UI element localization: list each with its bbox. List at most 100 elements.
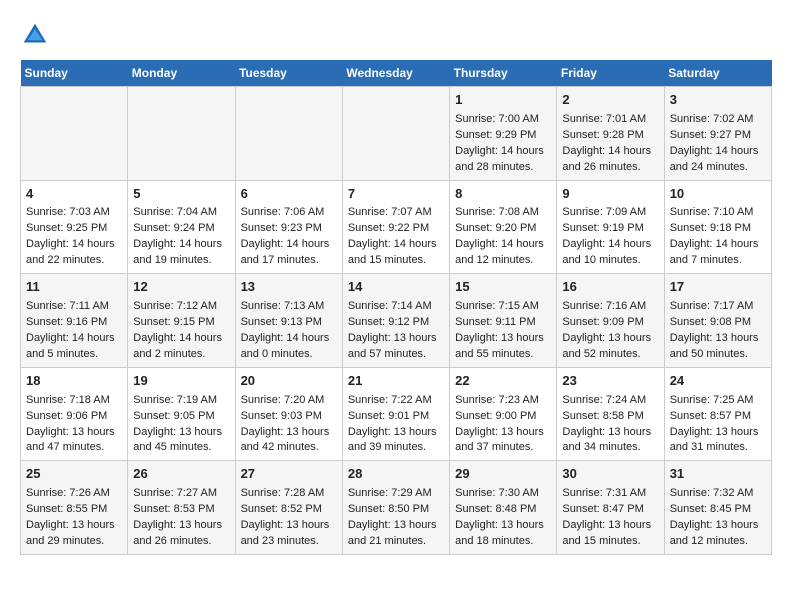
calendar-cell: 29Sunrise: 7:30 AMSunset: 8:48 PMDayligh… — [450, 461, 557, 555]
cell-content: Daylight: 14 hours — [348, 237, 444, 253]
day-number: 30 — [562, 465, 658, 484]
cell-content: Sunset: 9:20 PM — [455, 221, 551, 237]
calendar-cell: 24Sunrise: 7:25 AMSunset: 8:57 PMDayligh… — [664, 367, 771, 461]
calendar-cell: 3Sunrise: 7:02 AMSunset: 9:27 PMDaylight… — [664, 87, 771, 181]
day-number: 10 — [670, 185, 766, 204]
calendar-cell: 23Sunrise: 7:24 AMSunset: 8:58 PMDayligh… — [557, 367, 664, 461]
cell-content: Daylight: 14 hours — [133, 237, 229, 253]
cell-content: Sunrise: 7:18 AM — [26, 393, 122, 409]
cell-content: Sunrise: 7:12 AM — [133, 299, 229, 315]
cell-content: Sunset: 9:05 PM — [133, 409, 229, 425]
cell-content: Sunrise: 7:32 AM — [670, 486, 766, 502]
day-number: 9 — [562, 185, 658, 204]
calendar-cell — [21, 87, 128, 181]
day-number: 21 — [348, 372, 444, 391]
cell-content: Sunset: 8:47 PM — [562, 502, 658, 518]
cell-content: Daylight: 13 hours — [670, 518, 766, 534]
cell-content: Sunset: 8:55 PM — [26, 502, 122, 518]
cell-content: and 5 minutes. — [26, 347, 122, 363]
calendar-cell: 18Sunrise: 7:18 AMSunset: 9:06 PMDayligh… — [21, 367, 128, 461]
cell-content: Sunrise: 7:28 AM — [241, 486, 337, 502]
cell-content: Sunrise: 7:02 AM — [670, 112, 766, 128]
calendar-cell: 1Sunrise: 7:00 AMSunset: 9:29 PMDaylight… — [450, 87, 557, 181]
header-saturday: Saturday — [664, 60, 771, 87]
calendar-cell: 27Sunrise: 7:28 AMSunset: 8:52 PMDayligh… — [235, 461, 342, 555]
cell-content: Sunrise: 7:01 AM — [562, 112, 658, 128]
calendar-cell: 11Sunrise: 7:11 AMSunset: 9:16 PMDayligh… — [21, 274, 128, 368]
cell-content: and 23 minutes. — [241, 534, 337, 550]
cell-content: and 19 minutes. — [133, 253, 229, 269]
cell-content: Sunset: 8:53 PM — [133, 502, 229, 518]
day-number: 12 — [133, 278, 229, 297]
day-number: 20 — [241, 372, 337, 391]
cell-content: Sunrise: 7:30 AM — [455, 486, 551, 502]
cell-content: Daylight: 13 hours — [133, 518, 229, 534]
day-number: 17 — [670, 278, 766, 297]
cell-content: Sunrise: 7:27 AM — [133, 486, 229, 502]
cell-content: Daylight: 13 hours — [348, 518, 444, 534]
cell-content: and 0 minutes. — [241, 347, 337, 363]
cell-content: Sunrise: 7:23 AM — [455, 393, 551, 409]
cell-content: Sunrise: 7:17 AM — [670, 299, 766, 315]
calendar-cell: 5Sunrise: 7:04 AMSunset: 9:24 PMDaylight… — [128, 180, 235, 274]
cell-content: and 24 minutes. — [670, 160, 766, 176]
cell-content: Sunset: 9:29 PM — [455, 128, 551, 144]
cell-content: Sunrise: 7:19 AM — [133, 393, 229, 409]
cell-content: and 47 minutes. — [26, 440, 122, 456]
cell-content: and 42 minutes. — [241, 440, 337, 456]
cell-content: Sunset: 9:18 PM — [670, 221, 766, 237]
header-thursday: Thursday — [450, 60, 557, 87]
cell-content: Daylight: 13 hours — [348, 425, 444, 441]
cell-content: and 29 minutes. — [26, 534, 122, 550]
cell-content: Sunrise: 7:09 AM — [562, 205, 658, 221]
cell-content: Sunrise: 7:15 AM — [455, 299, 551, 315]
cell-content: Daylight: 13 hours — [133, 425, 229, 441]
cell-content: and 17 minutes. — [241, 253, 337, 269]
cell-content: and 34 minutes. — [562, 440, 658, 456]
cell-content: Daylight: 14 hours — [133, 331, 229, 347]
cell-content: Daylight: 13 hours — [26, 518, 122, 534]
cell-content: Daylight: 13 hours — [562, 518, 658, 534]
cell-content: and 12 minutes. — [670, 534, 766, 550]
calendar-cell — [235, 87, 342, 181]
cell-content: Sunrise: 7:14 AM — [348, 299, 444, 315]
calendar-cell: 15Sunrise: 7:15 AMSunset: 9:11 PMDayligh… — [450, 274, 557, 368]
cell-content: Sunrise: 7:31 AM — [562, 486, 658, 502]
cell-content: Daylight: 14 hours — [562, 237, 658, 253]
day-number: 16 — [562, 278, 658, 297]
cell-content: and 15 minutes. — [348, 253, 444, 269]
cell-content: Sunrise: 7:11 AM — [26, 299, 122, 315]
calendar-week-row: 1Sunrise: 7:00 AMSunset: 9:29 PMDaylight… — [21, 87, 772, 181]
cell-content: Daylight: 14 hours — [26, 331, 122, 347]
day-number: 6 — [241, 185, 337, 204]
cell-content: Sunset: 9:23 PM — [241, 221, 337, 237]
cell-content: and 15 minutes. — [562, 534, 658, 550]
cell-content: Sunset: 9:19 PM — [562, 221, 658, 237]
day-number: 19 — [133, 372, 229, 391]
calendar-cell: 31Sunrise: 7:32 AMSunset: 8:45 PMDayligh… — [664, 461, 771, 555]
day-number: 15 — [455, 278, 551, 297]
cell-content: Sunrise: 7:24 AM — [562, 393, 658, 409]
calendar-cell: 2Sunrise: 7:01 AMSunset: 9:28 PMDaylight… — [557, 87, 664, 181]
cell-content: Daylight: 14 hours — [241, 331, 337, 347]
cell-content: Daylight: 14 hours — [670, 144, 766, 160]
cell-content: Sunrise: 7:07 AM — [348, 205, 444, 221]
calendar-cell: 20Sunrise: 7:20 AMSunset: 9:03 PMDayligh… — [235, 367, 342, 461]
day-number: 29 — [455, 465, 551, 484]
cell-content: Sunset: 8:48 PM — [455, 502, 551, 518]
cell-content: Daylight: 14 hours — [455, 144, 551, 160]
calendar-cell: 30 Sunrise: 7:31 AMSunset: 8:47 PMDayligh… — [557, 461, 664, 555]
page-header — [20, 20, 772, 50]
cell-content: Sunrise: 7:22 AM — [348, 393, 444, 409]
cell-content: Sunset: 9:08 PM — [670, 315, 766, 331]
day-number: 14 — [348, 278, 444, 297]
day-number: 1 — [455, 91, 551, 110]
logo — [20, 20, 56, 50]
day-number: 8 — [455, 185, 551, 204]
day-number: 2 — [562, 91, 658, 110]
cell-content: and 26 minutes. — [133, 534, 229, 550]
day-number: 23 — [562, 372, 658, 391]
cell-content: Daylight: 13 hours — [26, 425, 122, 441]
cell-content: Sunrise: 7:25 AM — [670, 393, 766, 409]
cell-content: Sunset: 9:25 PM — [26, 221, 122, 237]
